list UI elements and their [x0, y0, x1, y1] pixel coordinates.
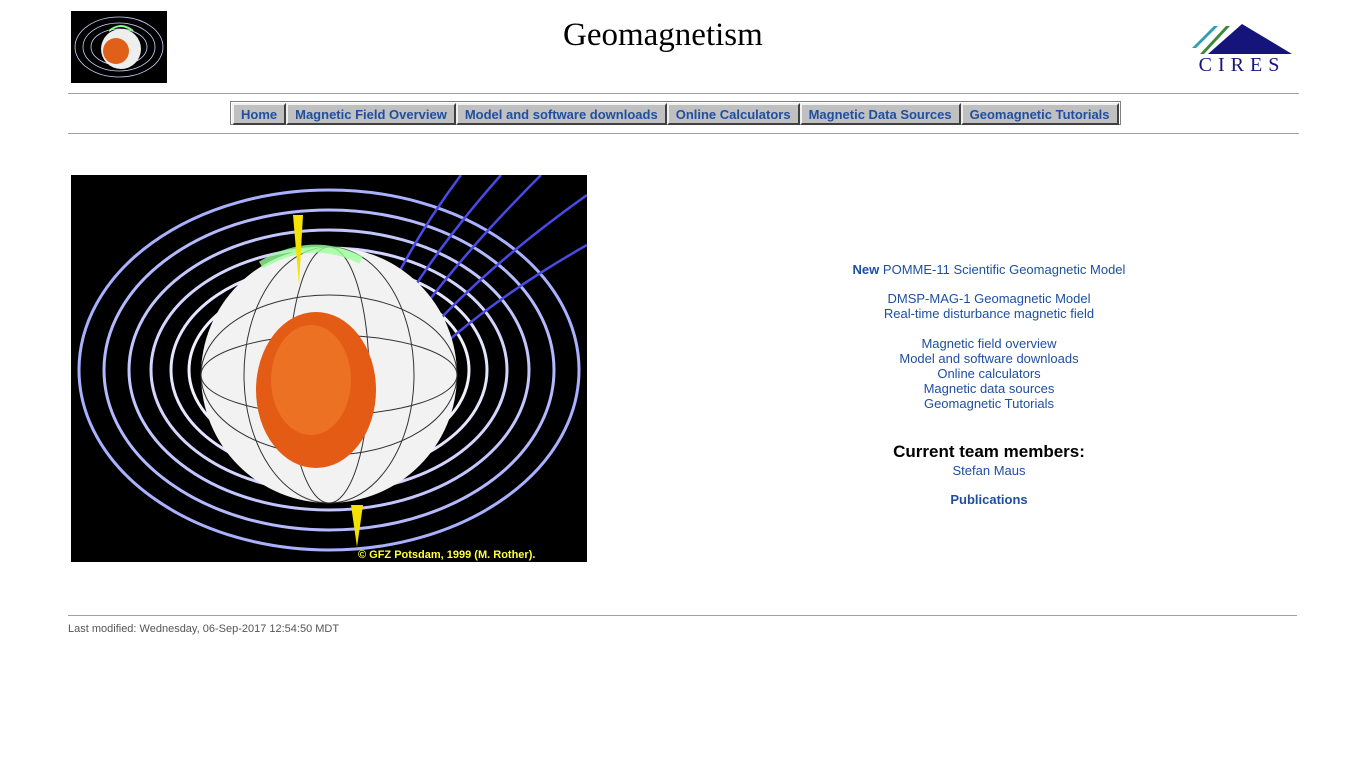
nav-magnetic-field-overview-button[interactable]: Magnetic Field Overview: [286, 103, 456, 125]
realtime-disturbance-link[interactable]: Real-time disturbance magnetic field: [884, 306, 1094, 321]
model-software-downloads-link[interactable]: Model and software downloads: [899, 351, 1078, 366]
header-divider: [68, 93, 1299, 94]
page-title: Geomagnetism: [563, 17, 763, 53]
publications-link[interactable]: Publications: [950, 492, 1027, 507]
cires-logo-text: CIRES: [1199, 54, 1286, 76]
pomme-row: New POMME-11 Scientific Geomagnetic Mode…: [790, 262, 1188, 277]
nav-home-button[interactable]: Home: [232, 103, 287, 125]
magnetic-field-overview-link[interactable]: Magnetic field overview: [921, 336, 1056, 351]
geomagnetic-tutorials-link[interactable]: Geomagnetic Tutorials: [924, 396, 1054, 411]
image-credit: © GFZ Potsdam, 1999 (M. Rother).: [358, 549, 535, 561]
nav-model-software-downloads-button[interactable]: Model and software downloads: [455, 103, 667, 125]
last-modified-text: Last modified: Wednesday, 06-Sep-2017 12…: [68, 623, 340, 635]
new-label: New: [852, 262, 880, 277]
footer-divider: [68, 615, 1297, 616]
team-heading: Current team members:: [893, 442, 1085, 461]
nav-divider: [68, 133, 1299, 134]
earth-magnetic-field-image: © GFZ Potsdam, 1999 (M. Rother).: [71, 175, 587, 562]
cires-logo[interactable]: CIRES: [1188, 18, 1296, 76]
nav-geomagnetic-tutorials-button[interactable]: Geomagnetic Tutorials: [960, 103, 1119, 125]
quick-links: New POMME-11 Scientific Geomagnetic Mode…: [790, 262, 1188, 507]
online-calculators-link[interactable]: Online calculators: [937, 366, 1040, 381]
nav-magnetic-data-sources-button[interactable]: Magnetic Data Sources: [799, 103, 961, 125]
pomme-model-link[interactable]: POMME-11 Scientific Geomagnetic Model: [883, 262, 1126, 277]
magnetic-data-sources-link[interactable]: Magnetic data sources: [924, 381, 1055, 396]
site-logo-globe[interactable]: [71, 11, 167, 83]
main-navigation: Home Magnetic Field Overview Model and s…: [230, 101, 1121, 125]
dmsp-model-link[interactable]: DMSP-MAG-1 Geomagnetic Model: [887, 291, 1090, 306]
nav-online-calculators-button[interactable]: Online Calculators: [666, 103, 800, 125]
team-member-link[interactable]: Stefan Maus: [953, 463, 1026, 478]
